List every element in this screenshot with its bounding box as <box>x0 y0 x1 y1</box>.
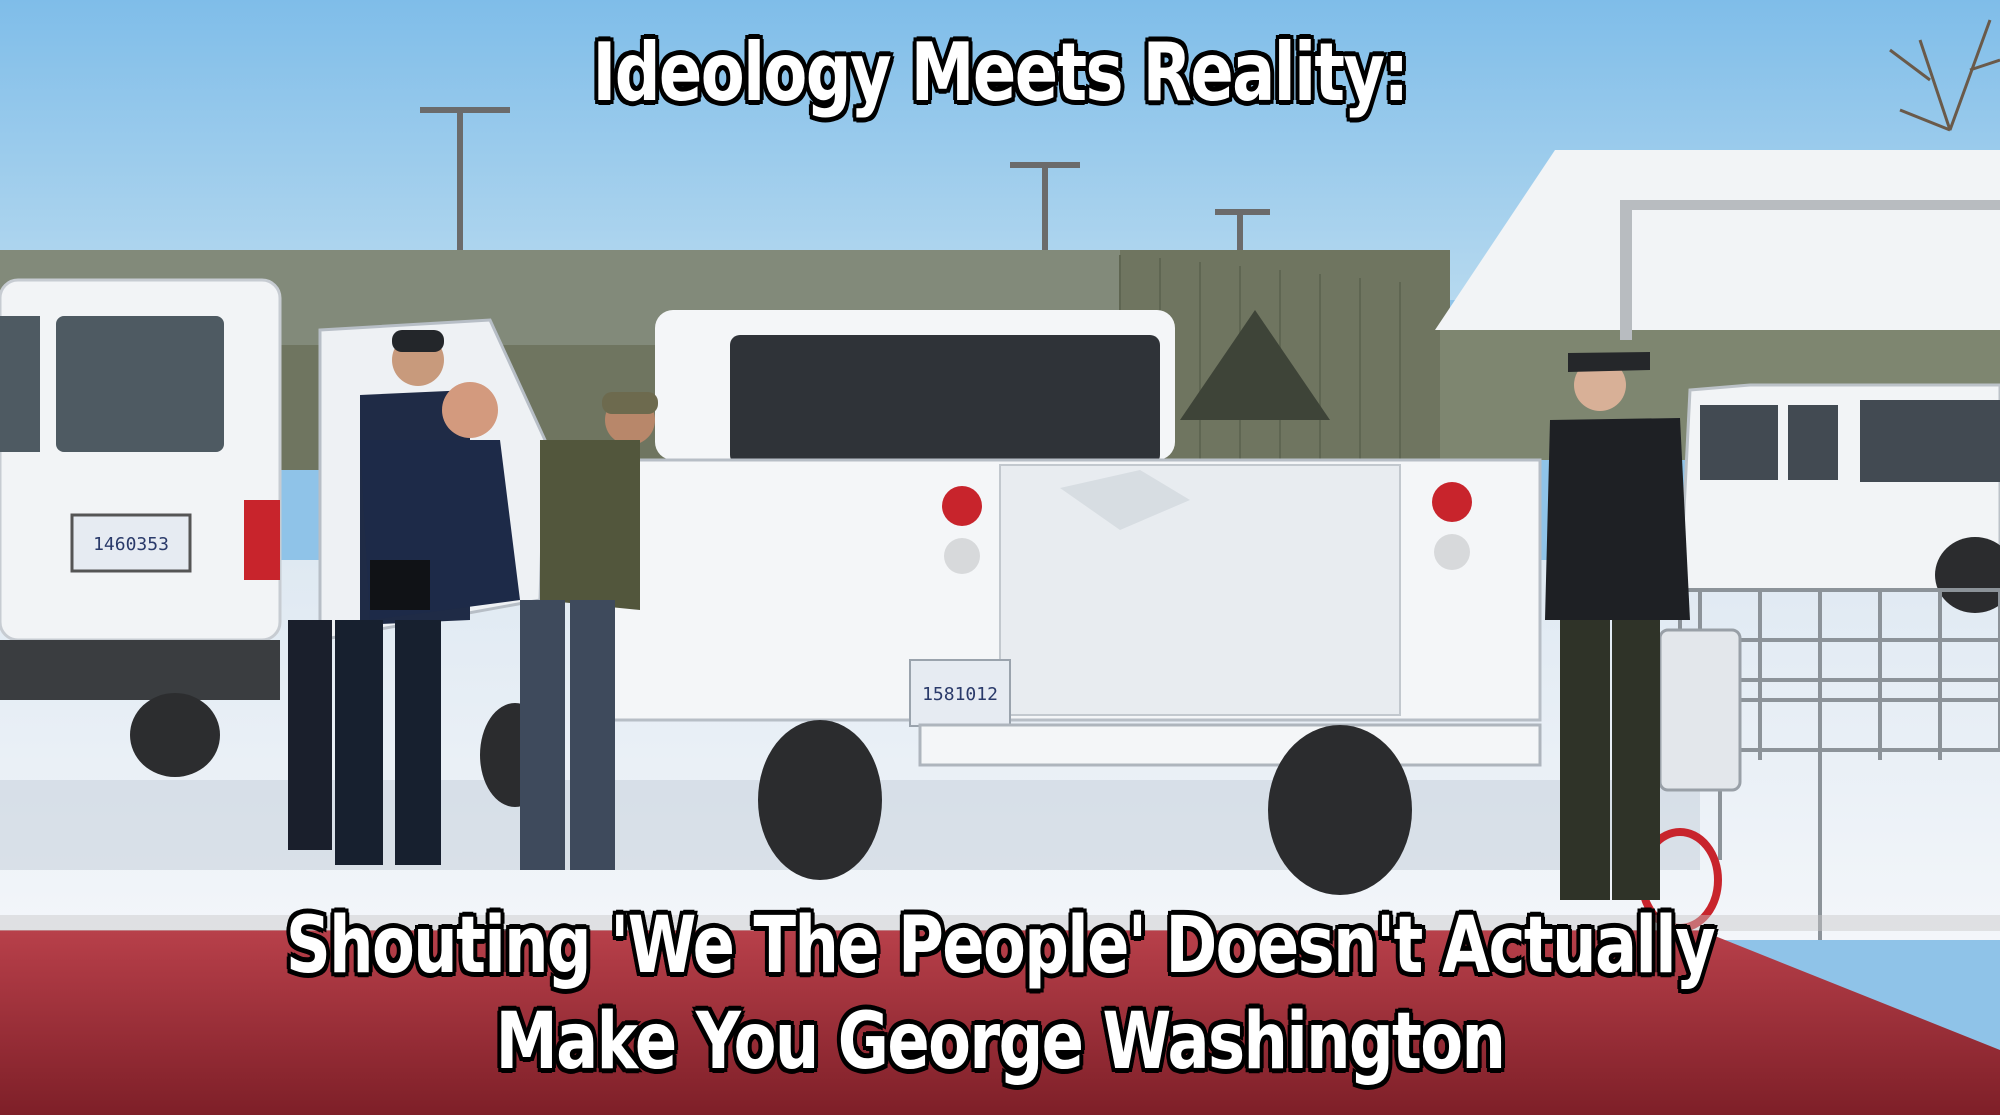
bottom-caption-line-1: Shouting 'We The People' Doesn't Actuall… <box>285 901 1716 991</box>
truck-license-plate: 1581012 <box>922 684 998 705</box>
bottom-caption: Shouting 'We The People' Doesn't Actuall… <box>200 898 1800 1090</box>
top-caption: Ideology Meets Reality: <box>592 26 1409 119</box>
meme-image: 1460353 1581012 Ideology Meets Reality: … <box>0 0 2000 1115</box>
bottom-caption-line-2: Make You George Washington <box>495 997 1506 1087</box>
van-license-plate: 1460353 <box>93 534 169 555</box>
second-pickup-truck <box>1678 383 2000 613</box>
